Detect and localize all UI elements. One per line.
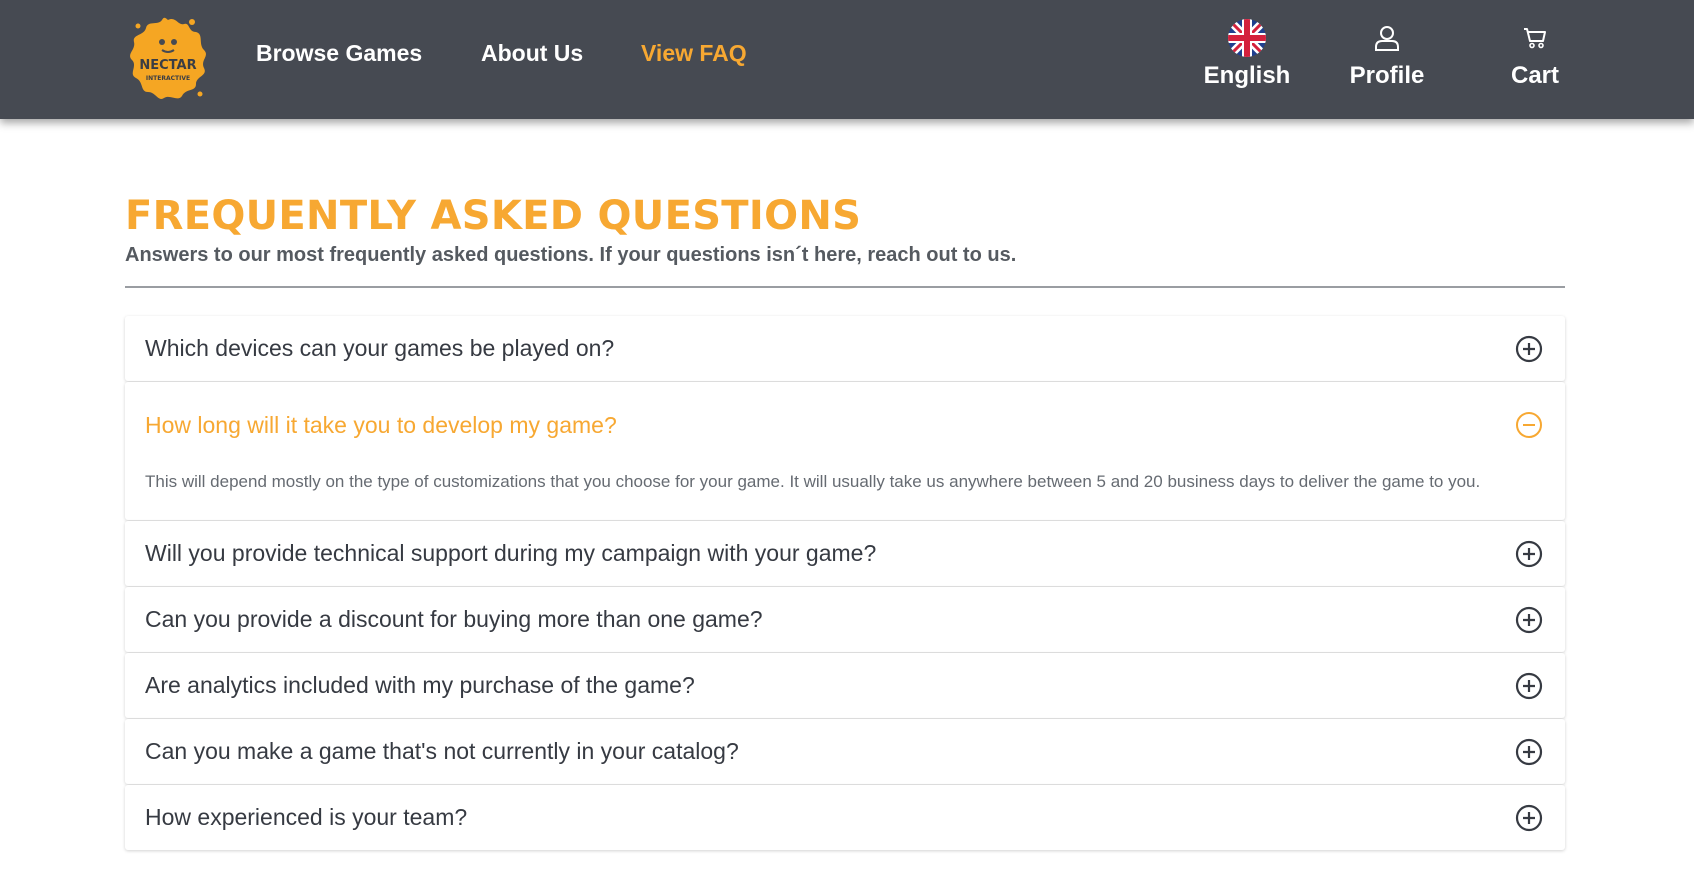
faq-answer-text: This will depend mostly on the type of c… <box>145 472 1481 491</box>
plus-circle-icon[interactable] <box>1515 335 1543 363</box>
faq-item: How experienced is your team? <box>125 785 1565 850</box>
faq-item: Which devices can your games be played o… <box>125 316 1565 381</box>
minus-circle-icon[interactable] <box>1515 411 1543 439</box>
faq-item-expanded: How long will it take you to develop my … <box>125 382 1565 520</box>
page-subtitle: Answers to our most frequently asked que… <box>125 244 1017 266</box>
plus-circle-icon[interactable] <box>1515 738 1543 766</box>
faq-question-header[interactable]: Which devices can your games be played o… <box>125 316 1565 381</box>
page-title: FREQUENTLY ASKED QUESTIONS <box>125 193 862 239</box>
faq-question-header[interactable]: How long will it take you to develop my … <box>125 382 1565 468</box>
nav-view-faq[interactable]: View FAQ <box>641 40 747 67</box>
nav-browse-games[interactable]: Browse Games <box>256 40 422 67</box>
nectar-interactive-logo[interactable]: NECTAR INTERACTIVE <box>126 14 210 102</box>
faq-item: Will you provide technical support durin… <box>125 521 1565 586</box>
language-label: English <box>1203 62 1291 89</box>
faq-question-text: Which devices can your games be played o… <box>145 335 615 361</box>
faq-question-text: Can you make a game that's not currently… <box>145 738 739 764</box>
faq-question-header[interactable]: How experienced is your team? <box>125 785 1565 850</box>
faq-question-header[interactable]: Are analytics included with my purchase … <box>125 653 1565 718</box>
profile-label: Profile <box>1349 62 1425 89</box>
cart-label: Cart <box>1510 62 1559 89</box>
language-selector[interactable]: English <box>1186 18 1308 90</box>
faq-item: Are analytics included with my purchase … <box>125 653 1565 718</box>
faq-question-text: How experienced is your team? <box>145 804 468 830</box>
faq-question-header[interactable]: Can you provide a discount for buying mo… <box>125 587 1565 652</box>
faq-question-header[interactable]: Can you make a game that's not currently… <box>125 719 1565 784</box>
logo-splash-icon: NECTAR INTERACTIVE <box>130 17 206 99</box>
plus-circle-icon[interactable] <box>1515 606 1543 634</box>
svg-text:INTERACTIVE: INTERACTIVE <box>146 75 190 82</box>
plus-circle-icon[interactable] <box>1515 804 1543 832</box>
faq-question-header[interactable]: Will you provide technical support durin… <box>125 521 1565 586</box>
user-icon <box>1375 26 1399 51</box>
faq-item: Can you provide a discount for buying mo… <box>125 587 1565 652</box>
cart-icon <box>1524 28 1546 49</box>
plus-circle-icon[interactable] <box>1515 672 1543 700</box>
top-navigation-bar: NECTAR INTERACTIVE Browse Games About Us… <box>0 0 1694 119</box>
faq-question-text: Are analytics included with my purchase … <box>145 672 695 698</box>
nav-about-us[interactable]: About Us <box>481 40 583 67</box>
profile-link[interactable]: Profile <box>1342 18 1432 90</box>
plus-circle-icon[interactable] <box>1515 540 1543 568</box>
faq-item: Can you make a game that's not currently… <box>125 719 1565 784</box>
svg-text:NECTAR: NECTAR <box>139 58 196 73</box>
faq-question-text: Will you provide technical support durin… <box>145 540 877 566</box>
uk-flag-icon <box>1228 19 1266 57</box>
faq-accordion: Which devices can your games be played o… <box>125 316 1565 851</box>
cart-link[interactable]: Cart <box>1500 18 1570 90</box>
title-divider <box>125 286 1565 288</box>
faq-question-text: Can you provide a discount for buying mo… <box>145 606 763 632</box>
faq-question-text: How long will it take you to develop my … <box>145 411 617 438</box>
